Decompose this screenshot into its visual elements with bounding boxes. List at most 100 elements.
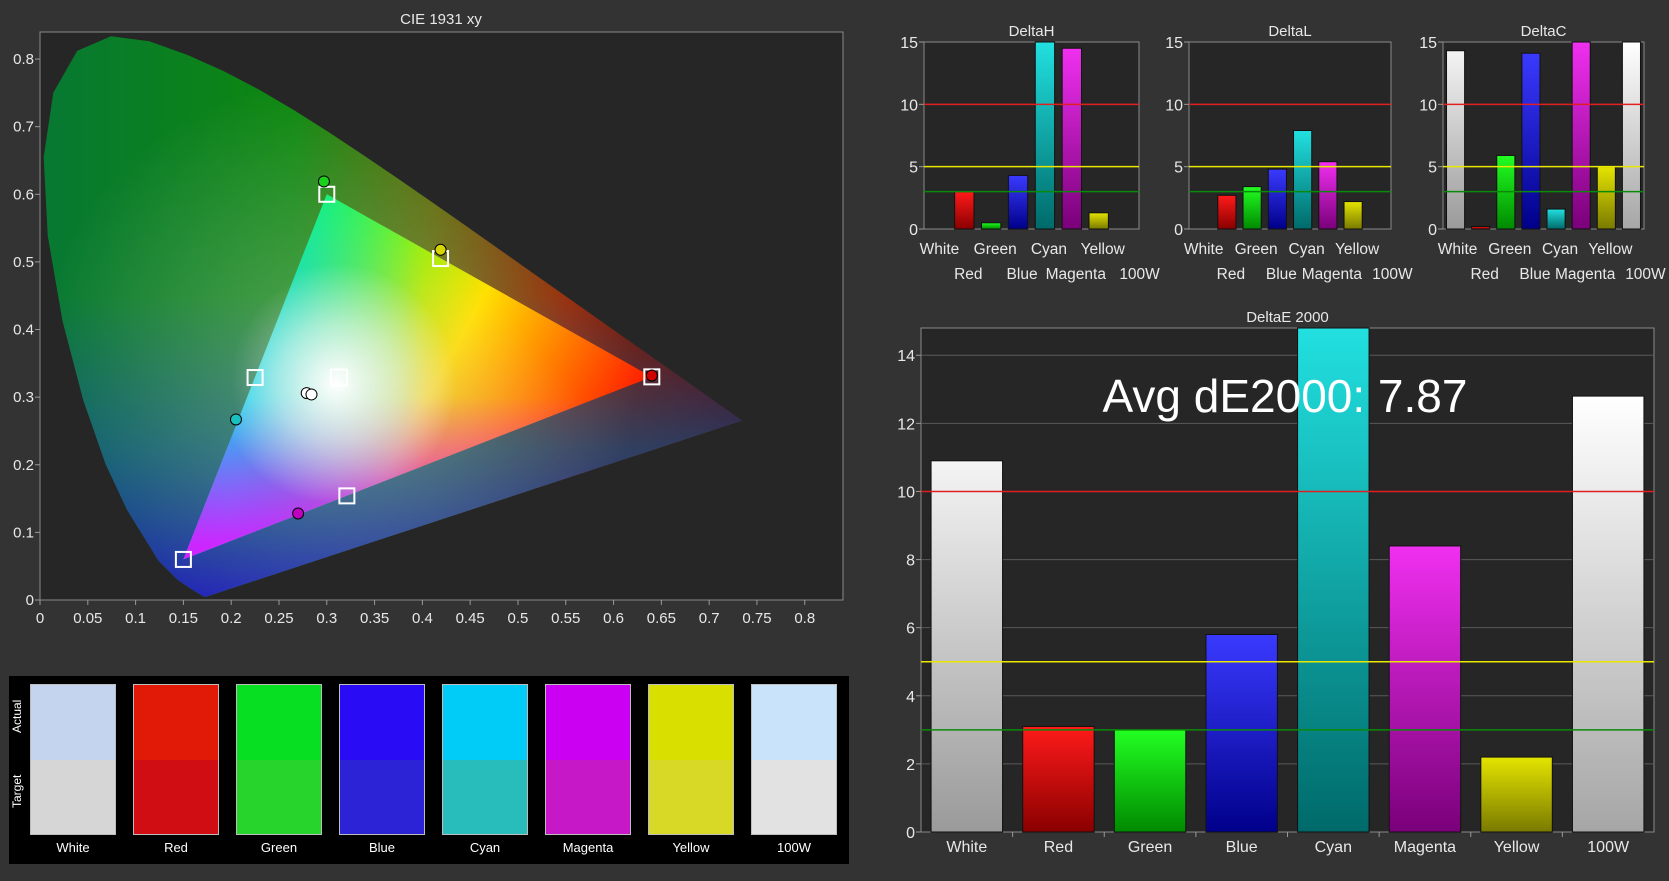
cie-x-tick-label: 0.3 [316, 610, 337, 627]
deltac-chart-x-label-bottom: 100W [1625, 266, 1666, 283]
swatch-label: Cyan [469, 840, 501, 855]
swatch-green [236, 684, 322, 835]
deltae-chart-y-tick-label: 8 [906, 553, 915, 570]
cie-x-tick-label: 0.65 [647, 610, 676, 627]
deltac-chart-x-label-bottom: Red [1470, 266, 1498, 283]
deltah-chart: 0 5 10 15 White Green Cyan Yellow Red Blue Magenta… [900, 23, 1160, 283]
cie-x-tick-label: 0.7 [699, 610, 720, 627]
swatch-label: Magenta [562, 840, 614, 855]
deltal-chart: 0 5 10 15 White Green Cyan Yellow Red Blue Magenta… [1165, 23, 1413, 283]
target-side-label: Target [10, 774, 24, 808]
deltac-chart-x-label-top: Yellow [1588, 241, 1633, 258]
swatch-target [340, 759, 424, 834]
deltae-chart-y-tick-label: 12 [897, 416, 915, 433]
swatch-target [237, 759, 321, 834]
cie-x-tick-label: 0.6 [603, 610, 624, 627]
cie-y-tick-label: 0.3 [13, 389, 34, 406]
deltac-chart-bar-magenta [1571, 41, 1591, 230]
swatch-target [443, 759, 527, 834]
swatch-yellow [648, 684, 734, 835]
measured-point-100w [305, 388, 318, 401]
color-swatch-panel: Actual Target White Red Green Blue Cyan Magen… [9, 676, 849, 864]
deltac-chart-x-label-top: White [1438, 241, 1478, 258]
swatch-target [134, 759, 218, 834]
swatch-actual [134, 685, 218, 760]
deltac-chart-y-tick-label: 15 [1419, 35, 1437, 52]
avg-de2000-label: Avg dE2000: 7.87 [1103, 370, 1468, 422]
cie-x-tick-label: 0.25 [264, 610, 293, 627]
deltal-chart-bar-red [1217, 194, 1237, 230]
deltah-chart-x-label-top: Green [974, 241, 1017, 258]
deltal-chart-title: DeltaL [1268, 23, 1311, 40]
swatch-actual [443, 685, 527, 760]
deltae-chart-y-tick-label: 0 [906, 825, 915, 842]
deltal-chart-x-label-bottom: Magenta [1302, 266, 1363, 283]
deltal-chart-x-label-bottom: Red [1217, 266, 1245, 283]
swatch-label: Red [164, 840, 188, 855]
cie-x-tick-label: 0.75 [742, 610, 771, 627]
cie-y-tick-label: 0 [26, 592, 34, 609]
swatch-blue [339, 684, 425, 835]
deltae-chart-bar-yellow [1480, 756, 1553, 833]
cie-x-tick-label: 0.35 [360, 610, 389, 627]
cie-y-tick-label: 0.6 [13, 186, 34, 203]
cie-x-tick-label: 0.4 [412, 610, 433, 627]
deltae-chart-x-tick-label: Red [1044, 839, 1073, 856]
deltac-chart-x-label-bottom: Magenta [1555, 266, 1616, 283]
deltah-chart-x-label-top: Yellow [1081, 241, 1126, 258]
swatch-actual [546, 685, 630, 760]
swatch-red [133, 684, 219, 835]
cie-x-tick-label: 0.45 [456, 610, 485, 627]
swatch-label: Blue [368, 840, 396, 855]
deltac-chart-bar-100w [1621, 41, 1641, 230]
cie-x-tick-label: 0.55 [551, 610, 580, 627]
deltah-chart-x-label-bottom: 100W [1119, 266, 1160, 283]
deltac-chart-y-tick-label: 5 [1428, 160, 1437, 177]
measured-point-yellow [434, 243, 447, 256]
swatch-target [752, 759, 836, 834]
swatch-actual [752, 685, 836, 760]
deltal-chart-bar-green [1242, 186, 1262, 230]
measured-point-red [645, 369, 658, 382]
cie-y-tick-label: 0.8 [13, 51, 34, 68]
cie-x-tick-label: 0.2 [221, 610, 242, 627]
swatch-cyan [442, 684, 528, 835]
swatch-label: Green [260, 840, 298, 855]
deltac-chart-bar-cyan [1546, 208, 1566, 230]
swatch-white [30, 684, 116, 835]
deltal-chart-x-label-bottom: 100W [1372, 266, 1413, 283]
deltal-chart-x-label-top: Yellow [1335, 241, 1380, 258]
deltah-chart-x-label-bottom: Magenta [1046, 266, 1107, 283]
deltal-chart-bar-cyan [1293, 130, 1313, 230]
deltae-chart-bar-white [930, 460, 1004, 833]
cie-y-tick-label: 0.1 [13, 524, 34, 541]
deltah-chart-bar-green [981, 222, 1002, 230]
deltah-chart-x-label-bottom: Blue [1007, 266, 1038, 283]
swatch-label: White [56, 840, 90, 855]
swatch-target [649, 759, 733, 834]
cie-y-tick-label: 0.2 [13, 457, 34, 474]
deltae-chart-bar-blue [1205, 633, 1278, 833]
deltal-chart-x-label-bottom: Blue [1266, 266, 1297, 283]
deltae-chart-y-tick-label: 6 [906, 621, 915, 638]
deltae-chart-bar-green [1113, 729, 1187, 833]
cie-x-tick-label: 0.15 [169, 610, 198, 627]
actual-side-label: Actual [10, 699, 24, 733]
deltac-chart-bar-yellow [1596, 166, 1616, 230]
deltac-chart-y-tick-label: 0 [1428, 222, 1437, 239]
deltae-chart-bar-100w [1571, 395, 1645, 833]
deltal-chart-x-label-top: Green [1235, 241, 1278, 258]
deltae-chart-x-tick-label: Cyan [1315, 839, 1352, 856]
deltac-chart-bar-white [1446, 50, 1466, 230]
deltae-chart-y-tick-label: 2 [906, 757, 915, 774]
deltah-chart-bar-yellow [1088, 212, 1109, 230]
deltae-chart-x-tick-label: Green [1128, 839, 1172, 856]
deltac-chart: 0 5 10 15 White Green Cyan Yellow Red Blue Magenta… [1419, 23, 1666, 283]
cie-x-tick-label: 0.8 [794, 610, 815, 627]
cie-title: CIE 1931 xy [400, 11, 482, 28]
measured-point-green [317, 175, 330, 188]
cie-y-tick-label: 0.7 [13, 119, 34, 136]
deltah-chart-bar-red [954, 191, 975, 230]
deltac-chart-x-label-top: Cyan [1542, 241, 1578, 258]
deltah-chart-y-tick-label: 10 [900, 97, 918, 114]
